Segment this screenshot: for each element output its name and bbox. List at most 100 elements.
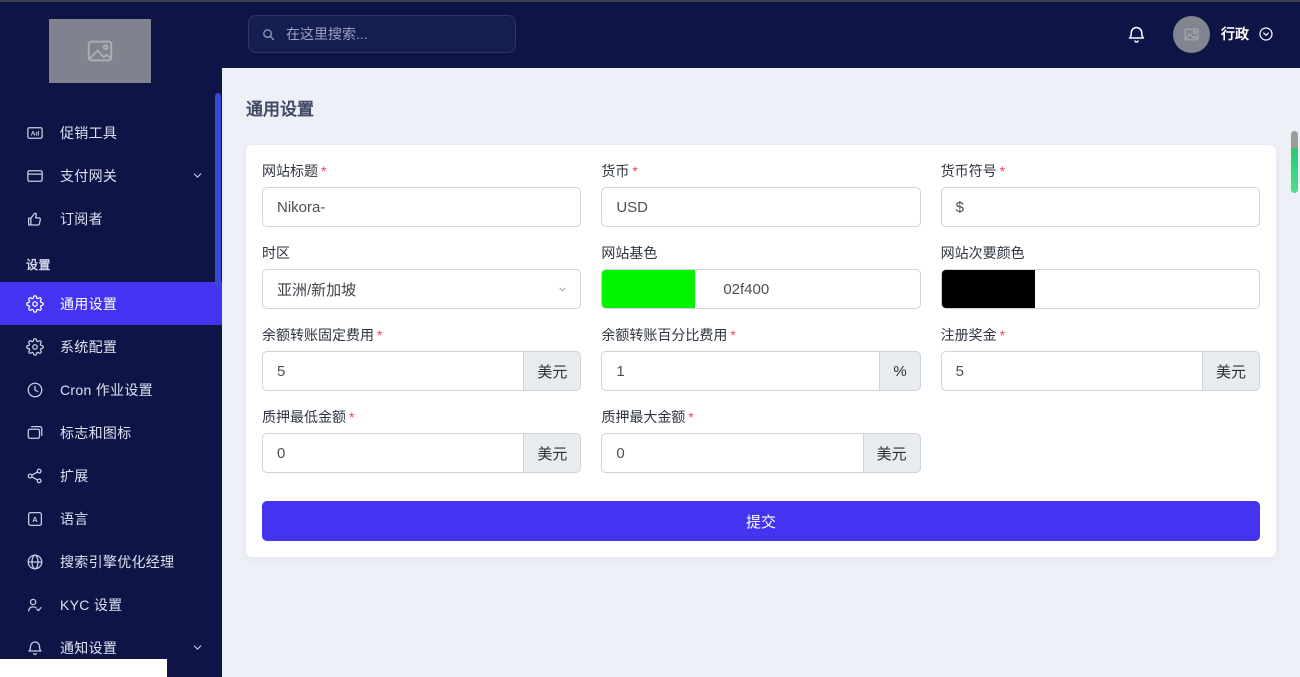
content-area: 通用设置 网站标题* 货币* 货币符号* 时区亚洲/新加坡 网站基色 02f400 网站次要… [222,68,1300,677]
sidebar-nav-settings: 通用设置系统配置 Cron 作业设置 标志和图标扩展 A 语言搜索引擎优化经理 KYC 设… [0,282,222,669]
sidebar-item-label: 系统配置 [60,338,118,355]
sidebar-item-label: 搜索引擎优化经理 [60,553,175,570]
cog-icon [26,294,44,313]
sidebar-item-language[interactable]: A 语言 [0,497,222,540]
balance-transfer-fixed-charge-label: 余额转账固定费用 * [262,327,383,343]
brand-logo-placeholder[interactable] [49,19,151,83]
signup-bonus-input[interactable] [940,351,1202,391]
chevron-down-icon [191,641,204,654]
signup-bonus-label: 注册奖金 * [940,327,1006,343]
currency-input[interactable] [601,187,921,227]
ad-icon: Ad [26,124,44,142]
credit-card-icon [26,167,44,185]
sidebar-item-label: 扩展 [60,467,89,484]
user-check-icon [26,596,44,614]
chevron-down-circle-icon [1259,27,1273,41]
language-icon: A [26,510,44,528]
required-asterisk: * [349,409,355,425]
sidebar-item-payment-gateways[interactable]: 支付网关 [0,154,222,197]
max-stake-amount-label: 质押最大金额 * [601,409,694,425]
sidebar-item-label: KYC 设置 [60,596,123,613]
chevron-down-icon [191,169,204,182]
min-stake-amount-input[interactable] [262,433,524,473]
sidebar-item-label: 促销工具 [60,124,118,141]
sidebar-item-system-configuration[interactable]: 系统配置 [0,325,222,368]
site-title-field: 网站标题 * [262,161,582,227]
min-stake-amount-addon: 美元 [523,433,582,473]
sidebar-item-label: 通用设置 [60,295,118,312]
globe-icon [26,553,44,571]
submit-button[interactable]: 提交 [262,501,1260,541]
thumbs-up-icon [26,210,44,228]
required-asterisk: * [688,409,694,425]
sidebar-nav: Ad 促销工具支付网关订阅者 设置 通用设置系统配置 Cron 作业设置 标志和图标扩… [0,111,222,669]
share-nodes-icon [26,467,44,485]
required-asterisk: * [321,163,327,179]
site-base-color-swatch[interactable] [602,270,696,308]
gear-icon [26,337,44,356]
balance-transfer-fixed-charge-input[interactable] [262,351,524,391]
site-secondary-color-picker[interactable] [940,269,1260,309]
timezone-select[interactable]: 亚洲/新加坡 [262,269,582,309]
balance-transfer-percent-charge-input[interactable] [601,351,880,391]
required-asterisk: * [730,327,736,343]
site-secondary-color-field: 网站次要颜色 [940,243,1260,309]
balance-transfer-fixed-charge-addon: 美元 [523,351,582,391]
sidebar-item-subscribers[interactable]: 订阅者 [0,197,222,240]
page-scrollbar-gray-segment [1291,131,1298,148]
timezone-field: 时区 亚洲/新加坡 [262,243,582,309]
required-asterisk: * [377,327,383,343]
chevron-down-icon [557,284,568,295]
notifications-button[interactable] [1126,24,1147,45]
page-scrollbar-thumb[interactable] [1291,131,1298,193]
site-title-input[interactable] [262,187,582,227]
site-title-label: 网站标题 * [262,163,327,179]
sidebar-item-label: 标志和图标 [60,424,132,441]
clock-icon [26,381,44,399]
signup-bonus-addon: 美元 [1201,351,1260,391]
site-base-color-value: 02f400 [723,280,770,298]
sidebar-item-extensions[interactable]: 扩展 [0,454,222,497]
image-placeholder-icon [1184,28,1199,40]
currency-field: 货币 * [601,161,921,227]
svg-text:Ad: Ad [31,130,40,137]
main-area: 行政 通用设置 网站标题*货币*货币符号*时区亚洲/新加坡网站基色02f400网… [222,0,1300,677]
sidebar-item-label: 订阅者 [60,210,103,227]
sidebar-nav-top: Ad 促销工具支付网关订阅者 [0,111,222,240]
sidebar-item-promotion-tools[interactable]: Ad 促销工具 [0,111,222,154]
sidebar-section-label: 设置 [26,258,52,272]
max-stake-amount-addon: 美元 [862,433,921,473]
topbar-right: 行政 [1126,15,1274,53]
required-asterisk: * [999,327,1006,343]
sidebar-scrollbar-thumb[interactable] [215,93,221,287]
search-box [248,15,516,53]
status-tooltip [0,659,167,677]
sidebar-item-logo-and-favicon[interactable]: 标志和图标 [0,411,222,454]
user-avatar[interactable] [1173,15,1210,53]
max-stake-amount-input[interactable] [601,433,863,473]
balance-transfer-percent-charge-addon: % [879,351,921,391]
min-stake-amount-label: 质押最低金额 * [262,409,355,425]
settings-card: 网站标题* 货币* 货币符号* 时区亚洲/新加坡 网站基色 02f400 网站次要颜色余额转… [246,145,1276,557]
sidebar: Ad 促销工具支付网关订阅者 设置 通用设置系统配置 Cron 作业设置 标志和图标扩… [0,0,222,677]
sidebar-item-kyc-setting[interactable]: KYC 设置 [0,583,222,626]
currency-symbol-label: 货币符号 * [940,163,1006,179]
required-asterisk: * [632,163,638,179]
min-stake-amount-field: 质押最低金额* 美元 [262,407,582,473]
search-icon [263,28,275,40]
sidebar-item-general-setting[interactable]: 通用设置 [0,282,222,325]
sidebar-item-label: 语言 [60,510,89,527]
topbar: 行政 [222,0,1300,68]
bell-icon [1128,26,1145,43]
site-base-color-picker[interactable]: 02f400 [601,269,921,309]
sidebar-item-label: Cron 作业设置 [60,381,153,398]
sidebar-item-seo-manager[interactable]: 搜索引擎优化经理 [0,540,222,583]
max-stake-amount-field: 质押最大金额* 美元 [601,407,921,473]
sidebar-item-cron-job-setting[interactable]: Cron 作业设置 [0,368,222,411]
user-menu-button[interactable] [1258,26,1274,42]
search-input[interactable] [286,26,503,42]
currency-symbol-input[interactable] [940,187,1260,227]
page-title: 通用设置 [246,100,314,119]
site-secondary-color-swatch[interactable] [941,270,1035,308]
currency-label: 货币 * [601,163,638,179]
